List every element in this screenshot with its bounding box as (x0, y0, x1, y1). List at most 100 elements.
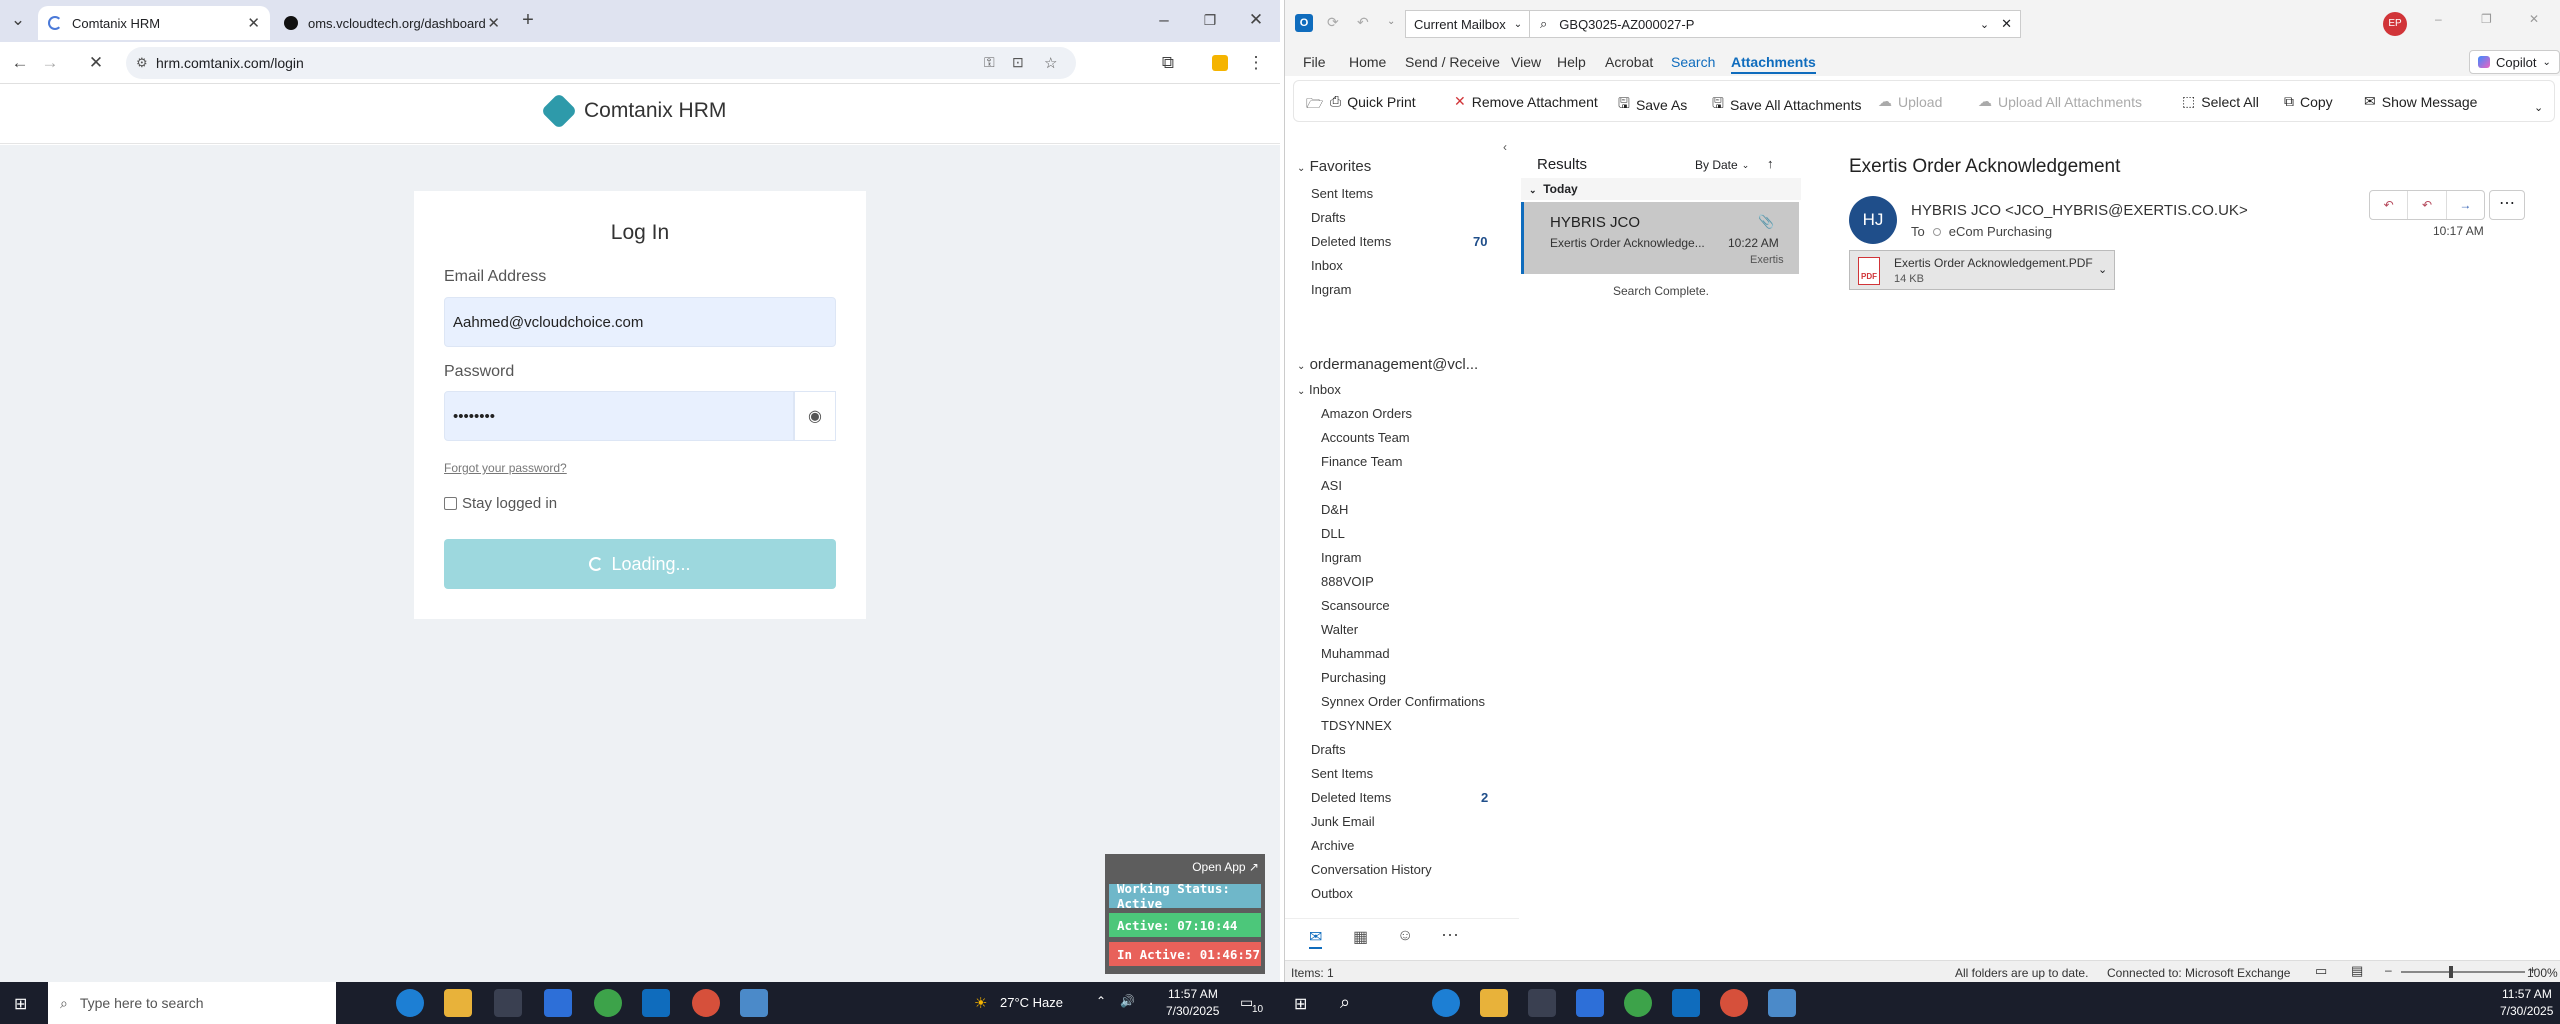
zoom-app-icon[interactable] (1576, 989, 1604, 1017)
email-field[interactable]: Aahmed@vcloudchoice.com (444, 297, 836, 347)
search-icon[interactable]: ⌕ (1340, 992, 1350, 1013)
forward-icon[interactable]: → (38, 51, 62, 75)
volume-icon[interactable]: 🔊 (1120, 994, 1135, 1008)
extensions-icon[interactable]: ⧉ (1156, 51, 1180, 75)
account-header[interactable]: ⌄ ordermanagement@vcl... (1297, 356, 1478, 373)
show-password-eye-icon[interactable]: ◉ (794, 391, 836, 441)
sort-direction-icon[interactable]: ↑ (1767, 156, 1774, 171)
weather-text[interactable]: 27°C Haze (1000, 995, 1063, 1010)
task-view-icon[interactable] (1386, 989, 1414, 1017)
subfolder-item[interactable]: Accounts Team (1321, 430, 1410, 445)
bookmark-star-icon[interactable]: ☆ (1044, 54, 1057, 72)
attachment-card[interactable]: PDF Exertis Order Acknowledgement.PDF 14… (1849, 250, 2115, 290)
open-app-link[interactable]: Open App ↗ (1192, 860, 1259, 874)
menu-icon[interactable]: ⋮ (1244, 51, 1268, 75)
tray-chevron-icon[interactable]: ⌃ (1096, 994, 1106, 1008)
chrome-profile-icon[interactable] (1720, 989, 1748, 1017)
folder-item[interactable]: Drafts (1311, 742, 1346, 757)
site-info-icon[interactable]: ⚙ (136, 55, 148, 71)
outlook-icon[interactable] (1672, 989, 1700, 1017)
app-icon[interactable] (740, 989, 768, 1017)
stop-icon[interactable]: ✕ (84, 51, 108, 75)
zoom-slider-thumb[interactable] (2449, 966, 2453, 978)
chrome-profile-icon[interactable] (1624, 989, 1652, 1017)
reply-icon[interactable]: ↶ (2370, 191, 2407, 219)
subfolder-item[interactable]: Scansource (1321, 598, 1390, 613)
upload-all-button[interactable]: ☁ Upload All Attachments (1978, 93, 2142, 110)
install-app-icon[interactable]: ⊡ (1012, 54, 1024, 71)
sender-address[interactable]: HYBRIS JCO <JCO_HYBRIS@EXERTIS.CO.UK> (1911, 202, 2248, 219)
folder-item[interactable]: Junk Email (1311, 814, 1375, 829)
restore-button[interactable]: ❐ (1198, 8, 1222, 32)
clock-time[interactable]: 11:57 AM (1168, 987, 1218, 1001)
tab-attachments[interactable]: Attachments (1731, 54, 1816, 74)
folder-item[interactable]: Ingram (1311, 282, 1351, 297)
subfolder-item[interactable]: DLL (1321, 526, 1345, 541)
subfolder-item[interactable]: Finance Team (1321, 454, 1402, 469)
tab-view[interactable]: View (1511, 54, 1541, 70)
address-bar[interactable]: ⚙ hrm.comtanix.com/login ☆ ⚿ ⊡ (126, 47, 1076, 79)
chevron-down-icon[interactable]: ⌄ (2098, 263, 2107, 276)
subfolder-item[interactable]: TDSYNNEX (1321, 718, 1392, 733)
back-icon[interactable]: ← (8, 51, 32, 75)
sort-dropdown[interactable]: By Date ⌄ (1695, 158, 1749, 172)
clock-date[interactable]: 7/30/2025 (1166, 1004, 1219, 1018)
folder-item[interactable]: Sent Items (1311, 186, 1373, 201)
app-icon[interactable] (1768, 989, 1796, 1017)
quick-print-button[interactable]: ⎙ Quick Print (1330, 93, 1416, 110)
save-all-button[interactable]: 🖫 Save All Attachments (1712, 93, 1861, 117)
recipient-name[interactable]: eCom Purchasing (1949, 224, 2052, 239)
calendar-icon[interactable]: ▦ (1353, 927, 1368, 947)
subfolder-item[interactable]: D&H (1321, 502, 1348, 517)
tab-file[interactable]: File (1303, 54, 1326, 70)
favorites-header[interactable]: ⌄ Favorites (1297, 158, 1371, 175)
extension-badge-icon[interactable] (1208, 51, 1232, 75)
forward-icon[interactable]: → (2445, 191, 2484, 219)
new-tab-button[interactable]: + (516, 8, 540, 32)
tab-search[interactable]: Search (1671, 54, 1715, 70)
minimize-button[interactable]: – (2435, 12, 2442, 26)
subfolder-item[interactable]: Synnex Order Confirmations (1321, 694, 1485, 709)
edge-icon[interactable] (396, 989, 424, 1017)
subfolder-item[interactable]: ASI (1321, 478, 1342, 493)
clock-time[interactable]: 11:57 AM (2502, 987, 2552, 1001)
search-input[interactable]: ⌕ GBQ3025-AZ000027-P ⌄ ✕ (1529, 10, 2021, 38)
remove-attachment-button[interactable]: ✕ Remove Attachment (1454, 93, 1598, 110)
taskbar-search[interactable]: ⌕ Type here to search (48, 982, 336, 1024)
password-field[interactable]: •••••••• (444, 391, 794, 441)
password-key-icon[interactable]: ⚿ (984, 54, 995, 71)
tab-close-icon[interactable]: ✕ (487, 14, 500, 32)
show-message-button[interactable]: ✉ Show Message (2364, 93, 2477, 110)
reply-all-icon[interactable]: ↶ (2407, 191, 2445, 219)
chrome-icon[interactable] (494, 989, 522, 1017)
subfolder-item[interactable]: Purchasing (1321, 670, 1386, 685)
people-icon[interactable]: ☺ (1397, 927, 1413, 945)
folder-item[interactable]: Sent Items (1311, 766, 1373, 781)
login-button[interactable]: Loading... (444, 539, 836, 589)
zoom-slider[interactable] (2401, 966, 2525, 978)
undo-icon[interactable]: ↶ (1357, 14, 1369, 31)
copilot-button[interactable]: Copilot ⌄ (2469, 50, 2560, 74)
more-actions-icon[interactable]: ⋯ (2489, 190, 2525, 220)
minimize-button[interactable]: – (1152, 8, 1176, 32)
chrome-profile-icon[interactable] (692, 989, 720, 1017)
list-item[interactable]: HYBRIS JCO Exertis Order Acknowledge... … (1521, 202, 1799, 274)
tab-search-icon[interactable]: ⌄ (6, 8, 30, 32)
search-scope-dropdown[interactable]: Current Mailbox ⌄ (1405, 10, 1532, 38)
file-explorer-icon[interactable] (444, 989, 472, 1017)
more-icon[interactable]: ⋯ (1441, 925, 1459, 946)
edge-icon[interactable] (1432, 989, 1460, 1017)
normal-view-icon[interactable]: ▭ (2315, 963, 2327, 979)
reading-view-icon[interactable]: ▤ (2351, 963, 2363, 979)
clock-date[interactable]: 7/30/2025 (2500, 1004, 2553, 1018)
clear-search-icon[interactable]: ✕ (2001, 16, 2012, 32)
forgot-password-link[interactable]: Forgot your password? (444, 461, 567, 475)
mail-icon[interactable]: ✉ (1309, 927, 1323, 949)
close-button[interactable]: ✕ (1244, 8, 1268, 32)
ribbon-expand-icon[interactable]: ⌄ (2534, 101, 2543, 114)
folder-item[interactable]: Drafts (1311, 210, 1346, 225)
subfolder-item[interactable]: Ingram (1321, 550, 1361, 565)
subfolder-item[interactable]: 888VOIP (1321, 574, 1374, 589)
customize-icon[interactable]: ⌄ (1387, 16, 1395, 27)
folder-item[interactable]: Conversation History (1311, 862, 1432, 877)
